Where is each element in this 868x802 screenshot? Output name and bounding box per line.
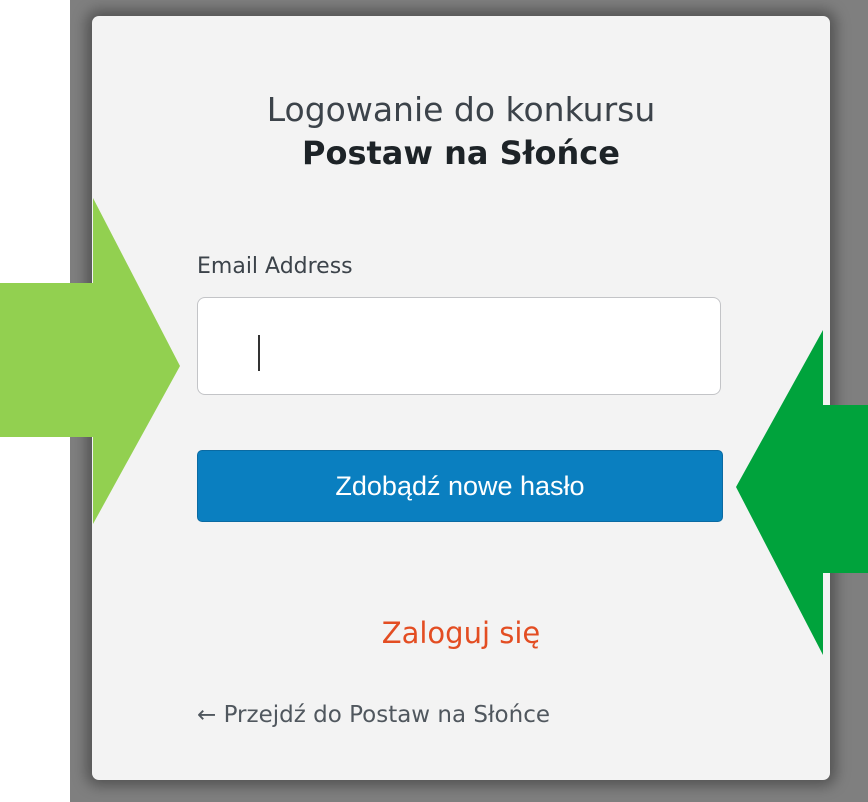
page-title: Logowanie do konkursu	[266, 90, 656, 129]
login-card: Logowanie do konkursu Postaw na Słońce E…	[92, 16, 830, 780]
text-cursor	[258, 335, 260, 371]
email-label: Email Address	[197, 254, 353, 279]
email-field[interactable]	[197, 297, 721, 395]
screen: Logowanie do konkursu Postaw na Słońce E…	[0, 0, 868, 802]
get-new-password-button[interactable]: Zdobądź nowe hasło	[197, 450, 723, 522]
back-to-site-link[interactable]: ← Przejdź do Postaw na Słońce	[197, 702, 550, 728]
login-link[interactable]: Zaloguj się	[92, 616, 830, 650]
page-subtitle: Postaw na Słońce	[302, 134, 620, 172]
